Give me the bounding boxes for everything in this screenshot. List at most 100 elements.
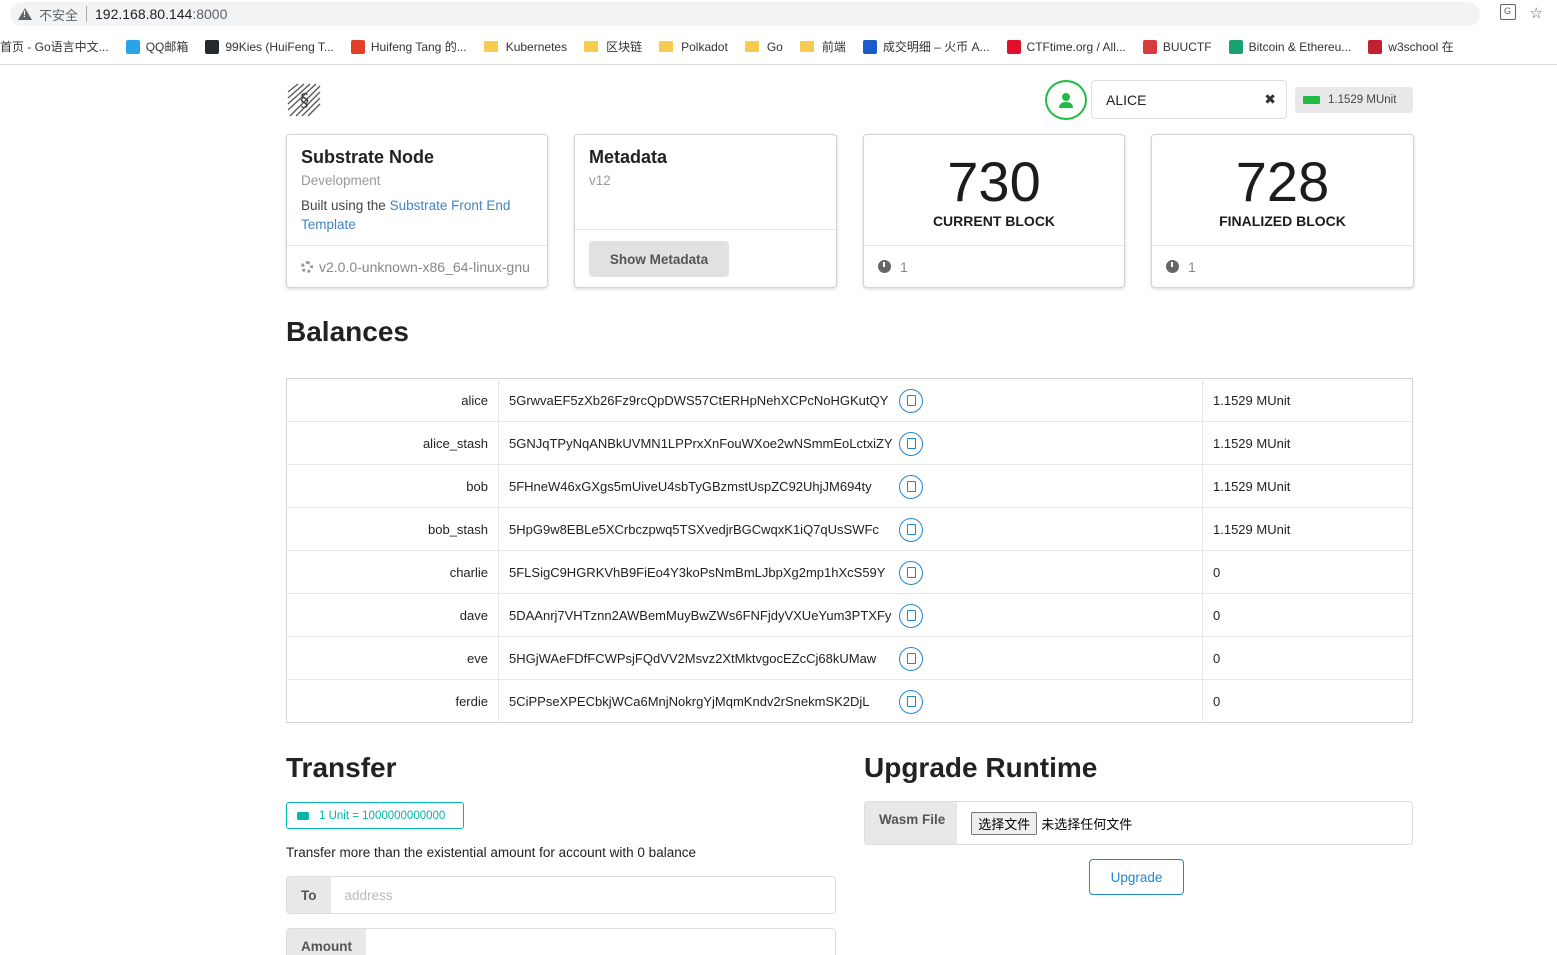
copy-icon[interactable]	[899, 603, 923, 628]
account-address: 5GNJqTPyNqANBkUVMN1LPPrxXnFouWXoe2wNSmmE…	[509, 435, 893, 451]
account-copy-button[interactable]	[1045, 80, 1087, 120]
finalized-block-label: Finalized Block	[1219, 213, 1346, 229]
wasm-file-field: Wasm File 选择文件 未选择任何文件	[864, 801, 1413, 845]
node-chain: Development	[301, 173, 381, 188]
bookmark-item[interactable]: 99Kies (HuiFeng T...	[205, 39, 334, 54]
bookmark-label: Huifeng Tang 的...	[370, 40, 467, 54]
bookmark-item[interactable]: Polkadot	[659, 40, 728, 54]
node-version: v2.0.0-unknown-x86_64-linux-gnu	[287, 245, 547, 287]
account-selected-label: ALICE	[1106, 91, 1147, 108]
folder-icon	[483, 41, 498, 52]
bookmark-item[interactable]: Go	[744, 39, 783, 54]
account-name: alice	[286, 378, 499, 422]
amount-label: Amount	[287, 929, 366, 955]
bookmark-item[interactable]: Huifeng Tang 的...	[350, 38, 467, 55]
balances-table: alice 5GrwvaEF5zXb26Fz9rcQpDWS57CtERHpNeh…	[286, 378, 1413, 723]
folder-icon	[744, 41, 759, 52]
amount-input[interactable]	[366, 929, 835, 955]
table-row: bob_stash 5HpG9w8EBLe5XCrbczpwq5TSXvedjrB…	[286, 507, 1413, 551]
site-favicon-icon	[1228, 39, 1243, 54]
account-name: eve	[286, 636, 499, 680]
site-favicon-icon	[862, 39, 877, 54]
unit-info-badge: 1 Unit = 1000000000000	[286, 802, 464, 829]
current-block-timer: 1	[864, 245, 1124, 287]
bookmark-label: Polkadot	[681, 39, 728, 54]
account-name: bob	[286, 464, 499, 508]
to-address-input[interactable]: address	[330, 877, 835, 913]
copy-icon[interactable]	[899, 646, 923, 671]
bookmark-label: Kubernetes	[505, 39, 568, 54]
bookmarks-bar: 首页 - Go语言中文... QQ邮箱 99Kies (HuiFeng T... Hu…	[0, 29, 1557, 65]
table-row: eve 5HGjWAeFDfFCWPsjFQdVV2Msvz2XtMktvgocE…	[286, 636, 1413, 680]
substrate-logo-icon: §	[287, 83, 321, 117]
transfer-heading: Transfer	[286, 752, 397, 783]
table-row: ferdie 5CiPPseXPECbkjWCa6MnjNokrgYjMqmKnd…	[286, 679, 1413, 723]
account-name: ferdie	[286, 679, 499, 723]
bookmark-label: 99Kies (HuiFeng T...	[225, 39, 334, 54]
balances-heading: Balances	[286, 316, 409, 347]
translate-icon[interactable]: G	[1499, 4, 1516, 20]
folder-icon	[799, 41, 814, 52]
svg-text:§: §	[300, 90, 309, 111]
current-block-value: 730	[947, 150, 1041, 213]
omnibox[interactable]: 不安全 192.168.80.144:8000	[10, 2, 1480, 26]
site-favicon-icon	[350, 39, 365, 54]
finalized-block-timer: 1	[1152, 245, 1413, 287]
bookmark-item[interactable]: QQ邮箱	[125, 38, 189, 55]
bookmark-item[interactable]: 成交明细 – 火币 A...	[862, 38, 990, 55]
copy-icon[interactable]	[899, 388, 923, 413]
bookmark-label: w3school 在	[1388, 40, 1454, 54]
clear-icon[interactable]: ✖	[1264, 91, 1276, 108]
site-favicon-icon	[125, 39, 140, 54]
bookmark-item[interactable]: CTFtime.org / All...	[1006, 39, 1126, 54]
copy-icon[interactable]	[899, 560, 923, 585]
hand-point-right-icon	[297, 811, 309, 820]
bookmark-label: Go	[766, 39, 783, 54]
metadata-card: Metadata v12 Show Metadata	[574, 134, 837, 288]
account-balance: 1.1529 MUnit	[1202, 421, 1413, 465]
copy-icon[interactable]	[899, 474, 923, 499]
choose-file-button[interactable]: 选择文件	[971, 811, 1038, 835]
account-balance: 1.1529 MUnit	[1213, 392, 1291, 408]
omnibox-separator	[86, 6, 88, 22]
account-selector[interactable]: ALICE ✖	[1091, 80, 1287, 119]
upgrade-button[interactable]: Upgrade	[1089, 859, 1184, 895]
bookmark-label: QQ邮箱	[145, 40, 189, 54]
bookmark-item[interactable]: Bitcoin & Ethereu...	[1228, 39, 1351, 54]
user-icon	[1059, 92, 1073, 108]
url-text[interactable]: 192.168.80.144:8000	[95, 6, 227, 22]
to-field: To address	[286, 876, 836, 914]
money-icon	[1303, 96, 1320, 104]
bookmark-item[interactable]: Kubernetes	[483, 39, 568, 54]
bookmark-item[interactable]: 区块链	[584, 38, 642, 55]
copy-icon[interactable]	[899, 689, 923, 714]
account-balance-label: 1.1529 MUnit	[1295, 87, 1413, 113]
bookmark-label: 首页 - Go语言中文...	[0, 40, 109, 54]
bookmark-label: CTFtime.org / All...	[1026, 39, 1126, 54]
folder-icon	[584, 41, 599, 52]
copy-icon[interactable]	[899, 431, 923, 456]
folder-icon	[659, 41, 674, 52]
account-balance: 0	[1202, 593, 1413, 637]
upgrade-heading: Upgrade Runtime	[864, 752, 1098, 783]
bookmark-item[interactable]: 前端	[799, 38, 846, 55]
account-address: 5FLSigC9HGRKVhB9FiEo4Y3koPsNmBmLJbpXg2mp…	[509, 564, 886, 580]
current-block-card: 730 Current Block 1	[863, 134, 1125, 288]
insecure-label: 不安全	[39, 7, 79, 23]
bookmark-item[interactable]: w3school 在	[1368, 38, 1454, 55]
show-metadata-button[interactable]: Show Metadata	[589, 241, 729, 277]
account-address: 5HGjWAeFDfFCWPsjFQdVV2Msvz2XtMktvgocEZcC…	[509, 650, 877, 666]
account-address: 5DAAnrj7VHTznn2AWBemMuyBwZWs6FNFjdyVXUeY…	[509, 607, 892, 623]
bookmark-star-icon[interactable]: ☆	[1530, 4, 1543, 22]
bookmark-item[interactable]: 首页 - Go语言中文...	[0, 38, 109, 55]
account-name: charlie	[286, 550, 499, 594]
account-name: alice_stash	[286, 421, 499, 465]
bookmark-label: 区块链	[606, 40, 643, 54]
account-balance: 1.1529 MUnit	[1202, 464, 1413, 508]
copy-icon[interactable]	[899, 517, 923, 542]
table-row: bob 5FHneW46xGXgs5mUiveU4sbTyGBzmstUspZC9…	[286, 464, 1413, 508]
to-label: To	[287, 877, 331, 913]
table-row: charlie 5FLSigC9HGRKVhB9FiEo4Y3koPsNmBmLJ…	[286, 550, 1413, 594]
wasm-file-label: Wasm File	[865, 802, 958, 844]
bookmark-item[interactable]: BUUCTF	[1142, 39, 1212, 54]
